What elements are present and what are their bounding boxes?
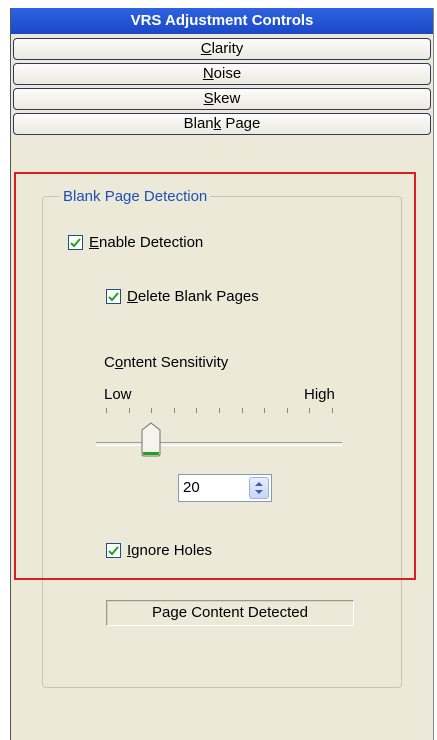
panel-title: VRS Adjustment Controls bbox=[11, 8, 433, 34]
tab-skew-label-mnemonic: S bbox=[203, 90, 214, 107]
delete-blank-pages-label: Delete Blank Pages bbox=[127, 288, 259, 305]
tab-noise[interactable]: Noise bbox=[13, 63, 431, 85]
enable-detection-checkbox[interactable]: Enable Detection bbox=[68, 234, 203, 251]
ignore-holes-label-post: gnore Holes bbox=[131, 542, 213, 559]
content-sensitivity-label-post: ntent Sensitivity bbox=[123, 354, 229, 371]
slider-tick bbox=[219, 408, 220, 413]
enable-detection-label-mnemonic: E bbox=[89, 234, 100, 251]
ignore-holes-label: Ignore Holes bbox=[127, 542, 212, 559]
page-content-status: Page Content Detected bbox=[106, 600, 354, 626]
tab-clarity-label-mnemonic: C bbox=[200, 40, 212, 57]
ignore-holes-checkbox[interactable]: Ignore Holes bbox=[106, 542, 212, 559]
delete-blank-pages-label-mnemonic: D bbox=[127, 288, 138, 305]
slider-tick bbox=[286, 408, 288, 413]
sensitivity-spinner[interactable] bbox=[178, 474, 272, 502]
enable-detection-label: Enable Detection bbox=[89, 234, 203, 251]
delete-blank-pages-checkbox[interactable]: Delete Blank Pages bbox=[106, 288, 259, 305]
spinner-arrows-icon bbox=[255, 482, 263, 494]
slider-tick bbox=[106, 408, 107, 413]
ignore-holes-check-box[interactable] bbox=[106, 543, 121, 558]
tab-noise-label-mnemonic: N bbox=[202, 65, 214, 82]
slider-track[interactable] bbox=[96, 442, 342, 446]
enable-detection-label-post: nable Detection bbox=[99, 234, 204, 251]
slider-tick bbox=[332, 408, 333, 413]
tab-blank-page-label-post: Page bbox=[221, 115, 261, 132]
content-sensitivity-label: Content Sensitivity bbox=[104, 354, 228, 371]
content-sensitivity-label-mnemonic: o bbox=[114, 354, 124, 371]
slider-tick bbox=[151, 408, 153, 413]
tab-noise-label-post: oise bbox=[213, 65, 242, 82]
slider-tick bbox=[196, 408, 198, 413]
tab-clarity[interactable]: Clarity bbox=[13, 38, 431, 60]
enable-detection-check-box[interactable] bbox=[68, 235, 83, 250]
spinner-buttons[interactable] bbox=[249, 477, 269, 499]
slider-thumb-icon bbox=[141, 422, 161, 457]
tab-clarity-label-post: larity bbox=[211, 40, 244, 57]
sensitivity-high-label: High bbox=[304, 386, 335, 403]
tab-skew[interactable]: Skew bbox=[13, 88, 431, 110]
sensitivity-value-input[interactable] bbox=[183, 475, 243, 501]
slider-tick bbox=[241, 408, 243, 413]
slider-tick bbox=[128, 408, 130, 413]
tab-blank-page-label-pre: Blan bbox=[183, 115, 214, 132]
sensitivity-low-label: Low bbox=[104, 386, 132, 403]
check-mark-icon bbox=[70, 237, 81, 247]
check-mark-icon bbox=[108, 291, 119, 301]
delete-blank-pages-label-post: elete Blank Pages bbox=[137, 288, 259, 305]
slider-tick bbox=[309, 408, 311, 413]
tab-blank-page[interactable]: Blank Page bbox=[13, 113, 431, 135]
delete-blank-pages-check-box[interactable] bbox=[106, 289, 121, 304]
slider-tick bbox=[173, 408, 175, 413]
check-mark-icon bbox=[108, 545, 119, 555]
content-sensitivity-slider[interactable] bbox=[96, 402, 342, 462]
tab-skew-label-post: kew bbox=[213, 90, 241, 107]
slider-thumb[interactable] bbox=[140, 422, 162, 458]
content-sensitivity-label-pre: C bbox=[104, 354, 115, 371]
slider-tick bbox=[264, 408, 266, 413]
group-legend: Blank Page Detection bbox=[60, 188, 211, 205]
